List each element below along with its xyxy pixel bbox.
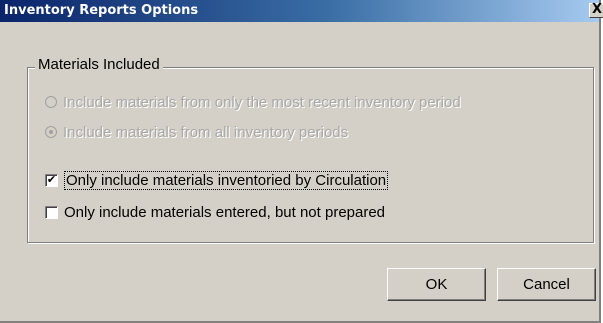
checkbox-inventoried-by-circulation-label: Only include materials inventoried by Ci… bbox=[64, 170, 389, 190]
radio-most-recent-period[interactable]: Include materials from only the most rec… bbox=[45, 92, 461, 112]
close-icon: X bbox=[592, 2, 603, 17]
window-title: Inventory Reports Options bbox=[4, 3, 199, 18]
checkbox-checked[interactable]: ✔ bbox=[45, 173, 58, 187]
checkbox-entered-not-prepared[interactable]: Only include materials entered, but not … bbox=[45, 202, 385, 222]
radio-most-recent-period-label: Include materials from only the most rec… bbox=[63, 93, 461, 111]
checkbox-entered-not-prepared-label: Only include materials entered, but not … bbox=[64, 203, 386, 221]
checkbox-unchecked[interactable] bbox=[45, 205, 58, 219]
inventory-reports-options-dialog: Inventory Reports Options X Materials In… bbox=[0, 0, 603, 323]
group-legend: Materials Included bbox=[35, 56, 163, 73]
radio-button-unchecked[interactable] bbox=[45, 96, 57, 108]
checkbox-inventoried-by-circulation[interactable]: ✔ Only include materials inventoried by … bbox=[45, 170, 389, 190]
close-button[interactable]: X bbox=[589, 2, 603, 18]
title-bar[interactable]: Inventory Reports Options X bbox=[0, 0, 603, 22]
radio-all-periods-label: Include materials from all inventory per… bbox=[63, 123, 349, 141]
radio-all-periods[interactable]: Include materials from all inventory per… bbox=[45, 122, 348, 142]
ok-button[interactable]: OK bbox=[387, 268, 486, 301]
cancel-button[interactable]: Cancel bbox=[497, 268, 596, 301]
radio-button-checked[interactable] bbox=[45, 126, 57, 138]
